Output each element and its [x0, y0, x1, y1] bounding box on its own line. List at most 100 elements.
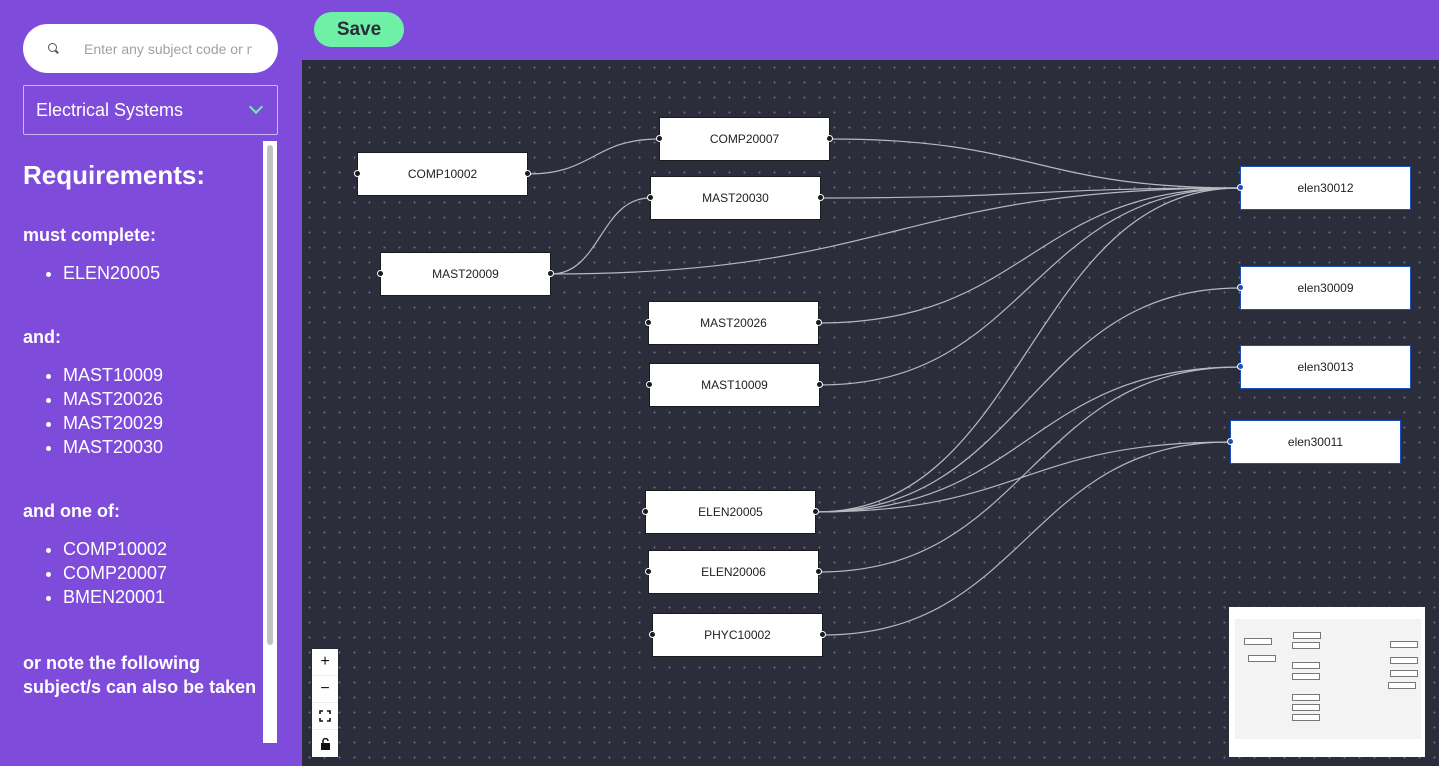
- node-output-handle[interactable]: [812, 508, 819, 515]
- subject-node-label: MAST20009: [432, 267, 499, 281]
- subject-node-label: MAST20026: [700, 316, 767, 330]
- requirement-item: COMP10002: [63, 537, 263, 561]
- prerequisite-edge[interactable]: [815, 287, 1241, 513]
- subject-node-mast20030[interactable]: MAST20030: [647, 176, 824, 220]
- prerequisite-edge[interactable]: [829, 138, 1241, 189]
- fit-view-button[interactable]: [312, 703, 338, 730]
- node-input-handle[interactable]: [645, 568, 652, 575]
- requirement-item: COMP20007: [63, 561, 263, 585]
- node-input-handle[interactable]: [649, 631, 656, 638]
- subject-node-elen20005[interactable]: ELEN20005: [642, 490, 819, 534]
- minimap-node: [1390, 657, 1418, 664]
- subject-node-label: COMP20007: [709, 132, 780, 146]
- subject-node-label: COMP10002: [407, 167, 478, 181]
- search-input[interactable]: [84, 40, 252, 57]
- plus-icon: +: [320, 653, 330, 670]
- node-output-handle[interactable]: [816, 381, 823, 388]
- sidebar: Electrical Systems Requirements: must co…: [0, 0, 302, 766]
- node-input-handle[interactable]: [1227, 438, 1234, 445]
- fit-view-icon: [319, 710, 331, 722]
- requirements-panel[interactable]: Requirements: must complete: ELEN20005 a…: [23, 155, 263, 745]
- subject-node-phyc10002[interactable]: PHYC10002: [649, 613, 826, 657]
- graph-controls: + −: [312, 649, 338, 757]
- requirements-list: ELEN20005: [63, 261, 263, 285]
- minimap-node: [1244, 638, 1272, 645]
- node-output-handle[interactable]: [817, 194, 824, 201]
- node-input-handle[interactable]: [1237, 284, 1244, 291]
- node-input-handle[interactable]: [647, 194, 654, 201]
- minimap-node: [1388, 682, 1416, 689]
- requirements-list: MAST10009 MAST20026 MAST20029 MAST20030: [63, 363, 263, 459]
- node-output-handle[interactable]: [815, 568, 822, 575]
- subject-node-label: elen30012: [1297, 181, 1354, 195]
- prerequisite-edge[interactable]: [815, 187, 1241, 513]
- prerequisite-edge[interactable]: [818, 187, 1241, 324]
- requirements-group-heading: must complete:: [23, 225, 157, 245]
- minimap-node: [1390, 670, 1418, 677]
- graph-minimap[interactable]: [1229, 607, 1425, 757]
- node-input-handle[interactable]: [377, 270, 384, 277]
- requirement-item: MAST20029: [63, 411, 263, 435]
- subject-node-elen30012[interactable]: elen30012: [1237, 166, 1411, 210]
- subject-node-mast20026[interactable]: MAST20026: [645, 301, 822, 345]
- unlock-icon: [320, 737, 330, 750]
- minimap-node: [1248, 655, 1276, 662]
- search-bar[interactable]: [23, 24, 278, 73]
- node-input-handle[interactable]: [354, 170, 361, 177]
- save-button[interactable]: Save: [314, 12, 404, 47]
- requirements-group-heading: and one of:: [23, 501, 120, 521]
- requirements-group-heading: and:: [23, 327, 61, 347]
- minimap-node: [1292, 662, 1320, 669]
- prerequisite-graph-canvas[interactable]: COMP10002 COMP20007 MAST20030 MAST20009 …: [302, 60, 1439, 766]
- requirements-title: Requirements:: [23, 160, 206, 190]
- node-output-handle[interactable]: [547, 270, 554, 277]
- minimap-node: [1390, 641, 1418, 648]
- prerequisite-edge[interactable]: [815, 366, 1241, 513]
- prerequisite-edge[interactable]: [550, 197, 651, 275]
- subject-node-elen30011[interactable]: elen30011: [1227, 420, 1401, 464]
- scrollbar-thumb[interactable]: [267, 145, 273, 645]
- zoom-out-button[interactable]: −: [312, 676, 338, 703]
- subject-node-elen20006[interactable]: ELEN20006: [645, 550, 822, 594]
- subject-node-comp20007[interactable]: COMP20007: [656, 117, 833, 161]
- node-output-handle[interactable]: [819, 631, 826, 638]
- node-input-handle[interactable]: [646, 381, 653, 388]
- subject-node-label: elen30013: [1297, 360, 1354, 374]
- subject-node-label: elen30009: [1297, 281, 1354, 295]
- node-input-handle[interactable]: [1237, 363, 1244, 370]
- lock-button[interactable]: [312, 730, 338, 757]
- subject-node-mast10009[interactable]: MAST10009: [646, 363, 823, 407]
- prerequisite-edge[interactable]: [527, 138, 660, 175]
- subject-node-label: MAST10009: [701, 378, 768, 392]
- subject-node-comp10002[interactable]: COMP10002: [354, 152, 531, 196]
- subject-node-label: ELEN20006: [701, 565, 766, 579]
- node-output-handle[interactable]: [815, 319, 822, 326]
- node-input-handle[interactable]: [645, 319, 652, 326]
- subject-node-mast20009[interactable]: MAST20009: [377, 252, 554, 296]
- top-bar: [302, 0, 1439, 60]
- requirement-item: BMEN20001: [63, 585, 263, 609]
- requirement-item: MAST10009: [63, 363, 263, 387]
- node-input-handle[interactable]: [1237, 184, 1244, 191]
- minimap-node: [1292, 642, 1320, 649]
- prerequisite-edge[interactable]: [819, 187, 1241, 386]
- requirement-item: ELEN20005: [63, 261, 263, 285]
- subject-node-elen30013[interactable]: elen30013: [1237, 345, 1411, 389]
- minimap-node: [1292, 714, 1320, 721]
- minimap-node: [1292, 673, 1320, 680]
- course-select[interactable]: Electrical Systems: [23, 85, 278, 135]
- node-input-handle[interactable]: [642, 508, 649, 515]
- subject-node-label: elen30011: [1287, 435, 1344, 449]
- zoom-in-button[interactable]: +: [312, 649, 338, 676]
- requirements-group-heading: or note the following subject/s can also…: [23, 653, 257, 697]
- minimap-node: [1292, 694, 1320, 701]
- node-input-handle[interactable]: [656, 135, 663, 142]
- node-output-handle[interactable]: [524, 170, 531, 177]
- node-output-handle[interactable]: [826, 135, 833, 142]
- requirements-scrollbar[interactable]: [263, 141, 277, 743]
- subject-node-label: PHYC10002: [704, 628, 771, 642]
- subject-node-elen30009[interactable]: elen30009: [1237, 266, 1411, 310]
- prerequisite-edge[interactable]: [822, 441, 1231, 636]
- minimap-node: [1292, 704, 1320, 711]
- minus-icon: −: [320, 680, 330, 697]
